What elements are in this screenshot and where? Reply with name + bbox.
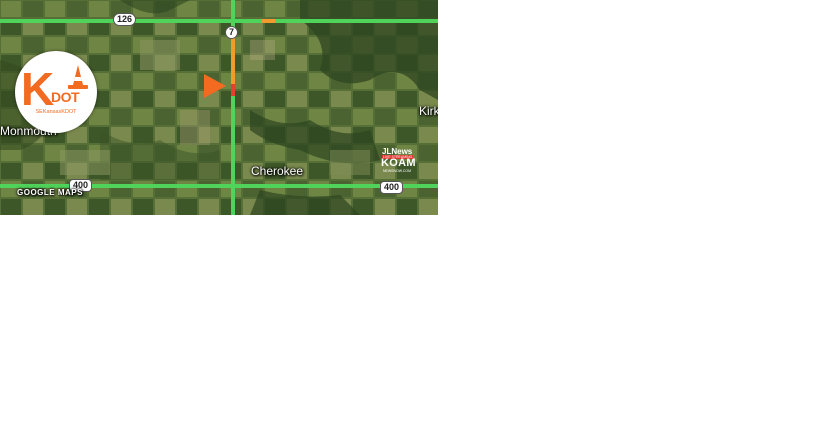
k-7-shield: 7: [225, 26, 239, 39]
us-400-shield-east: 400: [380, 181, 404, 194]
map-attribution: GOOGLE MAPS: [17, 188, 83, 197]
kdot-logo: K DOT SEKansasKDOT: [15, 51, 97, 133]
station-bug-site: NEWSNOW.COM: [383, 169, 411, 173]
traffic-map: 126 7 400 400 Monmouth Cherokee Kirk GOO…: [0, 0, 438, 215]
station-bug-koam: KOAM: [381, 157, 416, 169]
kdot-social-handle: SEKansasKDOT: [35, 109, 77, 115]
us-126-shield: 126: [113, 13, 137, 26]
kdot-logo-dot: DOT: [51, 89, 80, 105]
place-label-cherokee: Cherokee: [251, 164, 304, 178]
station-bug: JLNews LIVE STREAMING KOAM NEWSNOW.COM: [380, 147, 426, 173]
place-label-kirk: Kirk: [419, 104, 438, 118]
play-icon[interactable]: [204, 74, 226, 98]
kdot-logo-k: K: [21, 63, 55, 115]
